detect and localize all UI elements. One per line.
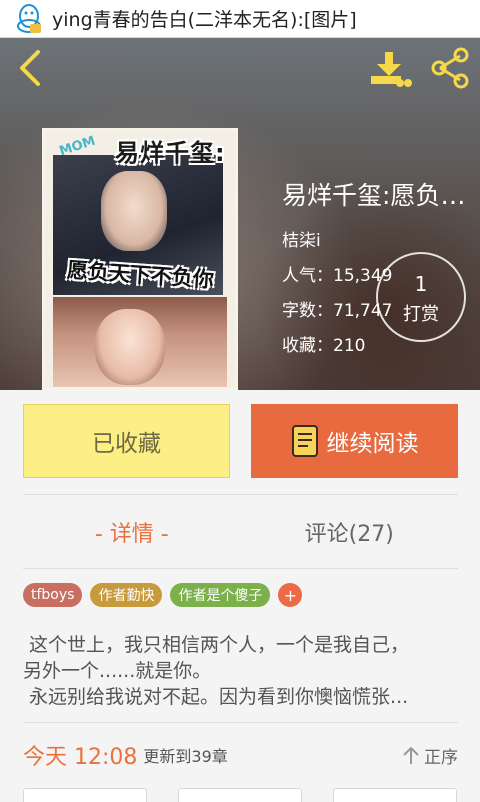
- continue-reading-button[interactable]: 继续阅读: [251, 404, 458, 478]
- book-title: 易烊千玺:愿负天下不负你: [282, 181, 472, 210]
- download-icon: [371, 52, 412, 87]
- tag-item[interactable]: 作者是个傻子: [170, 583, 271, 607]
- cover-face-bottom: [95, 309, 165, 385]
- sort-order-label: 正序: [424, 747, 458, 768]
- share-button[interactable]: [428, 46, 472, 90]
- favorited-button[interactable]: 已收藏: [23, 404, 230, 478]
- notification-bar[interactable]: ying青春的告白(二洋本无名):[图片]: [0, 0, 480, 38]
- add-tag-button[interactable]: +: [278, 583, 303, 607]
- favorited-label: 已收藏: [92, 431, 161, 457]
- chevron-left-icon: [20, 50, 40, 86]
- reward-button[interactable]: 1 打赏: [376, 252, 466, 342]
- continue-reading-label: 继续阅读: [326, 431, 419, 457]
- tab-bar: - 详情 - 评论(27): [23, 496, 458, 568]
- divider: [23, 494, 458, 495]
- update-row: 今天 12:08 更新到39章 正序: [23, 738, 458, 772]
- tag-item[interactable]: 作者勤快: [90, 583, 163, 607]
- reward-count: 1: [414, 272, 428, 296]
- arrow-up-icon: [403, 746, 419, 764]
- tab-details[interactable]: - 详情 -: [23, 496, 241, 568]
- back-button[interactable]: [12, 46, 48, 90]
- sort-order-button[interactable]: 正序: [402, 743, 458, 768]
- book-description[interactable]: 这个世上，我只相信两个人，一个是我自己， 另外一个......就是你。 永远别给…: [23, 632, 458, 710]
- book-cover[interactable]: MOM 易烊千玺: 愿负天下不负你: [42, 128, 238, 390]
- description-line: 这个世上，我只相信两个人，一个是我自己，: [23, 634, 410, 656]
- description-line: 另外一个......就是你。: [23, 660, 212, 682]
- reward-label: 打赏: [403, 304, 439, 325]
- book-author[interactable]: 桔柒i: [282, 226, 472, 251]
- description-line: 永远别给我说对不起。因为看到你懊恼慌张...: [23, 686, 409, 708]
- share-icon: [431, 47, 469, 89]
- update-time: 今天 12:08: [23, 745, 138, 770]
- chapter-cards: [0, 788, 480, 802]
- divider: [23, 568, 458, 569]
- tab-comments[interactable]: 评论(27): [241, 496, 459, 568]
- download-button[interactable]: [368, 50, 412, 90]
- qq-penguin-icon: [16, 3, 42, 34]
- divider: [23, 722, 458, 723]
- update-chapter: 更新到39章: [143, 747, 228, 766]
- cover-title: 易烊千玺:: [115, 139, 226, 167]
- book-icon: [291, 425, 318, 457]
- tag-list: tfboys 作者勤快 作者是个傻子 +: [23, 583, 303, 607]
- cover-face-top: [101, 171, 167, 251]
- notification-text: ying青春的告白(二洋本无名):[图片]: [52, 9, 357, 31]
- tag-item[interactable]: tfboys: [23, 583, 83, 607]
